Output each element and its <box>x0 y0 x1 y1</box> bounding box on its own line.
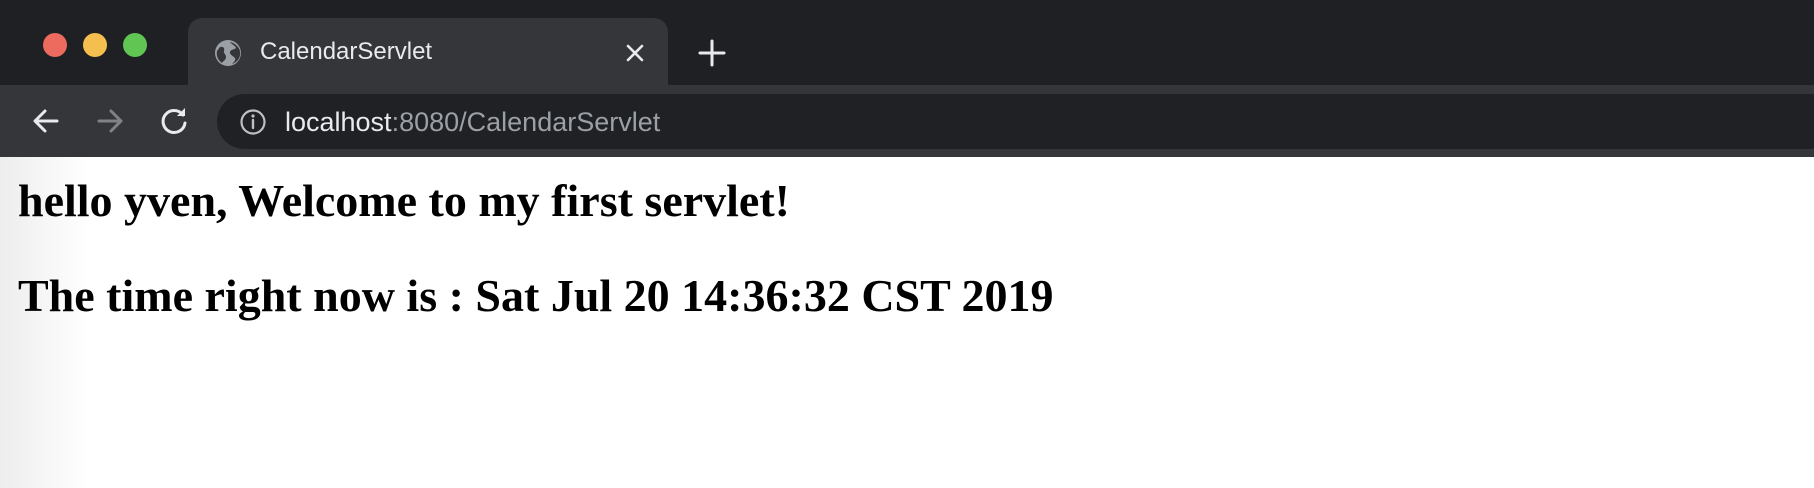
tab-title: CalendarServlet <box>260 38 433 65</box>
page-content: hello yven, Welcome to my first servlet!… <box>0 157 1814 488</box>
globe-icon <box>214 39 242 67</box>
minimize-window-button[interactable] <box>83 33 107 57</box>
greeting-heading: hello yven, Welcome to my first servlet! <box>18 175 790 226</box>
arrow-right-icon <box>97 109 123 133</box>
close-icon[interactable] <box>622 40 648 66</box>
tab-calendarservlet[interactable]: CalendarServlet <box>188 18 668 85</box>
browser-window: CalendarServlet localhost:8080/CalendarS… <box>0 0 1814 488</box>
url-host: localhost <box>285 107 392 137</box>
close-window-button[interactable] <box>43 33 67 57</box>
arrow-left-icon <box>33 109 59 133</box>
back-button[interactable] <box>28 103 64 139</box>
plus-icon[interactable] <box>697 38 727 68</box>
info-icon[interactable] <box>239 108 267 136</box>
browser-title-bar: CalendarServlet <box>0 0 1814 85</box>
address-bar[interactable]: localhost:8080/CalendarServlet <box>217 94 1814 149</box>
address-url: localhost:8080/CalendarServlet <box>285 106 660 138</box>
maximize-window-button[interactable] <box>123 33 147 57</box>
browser-toolbar: localhost:8080/CalendarServlet <box>0 85 1814 157</box>
url-path: :8080/CalendarServlet <box>391 107 661 137</box>
forward-button[interactable] <box>92 103 128 139</box>
current-time-heading: The time right now is : Sat Jul 20 14:36… <box>18 270 1054 321</box>
reload-icon <box>161 108 187 134</box>
reload-button[interactable] <box>156 103 192 139</box>
